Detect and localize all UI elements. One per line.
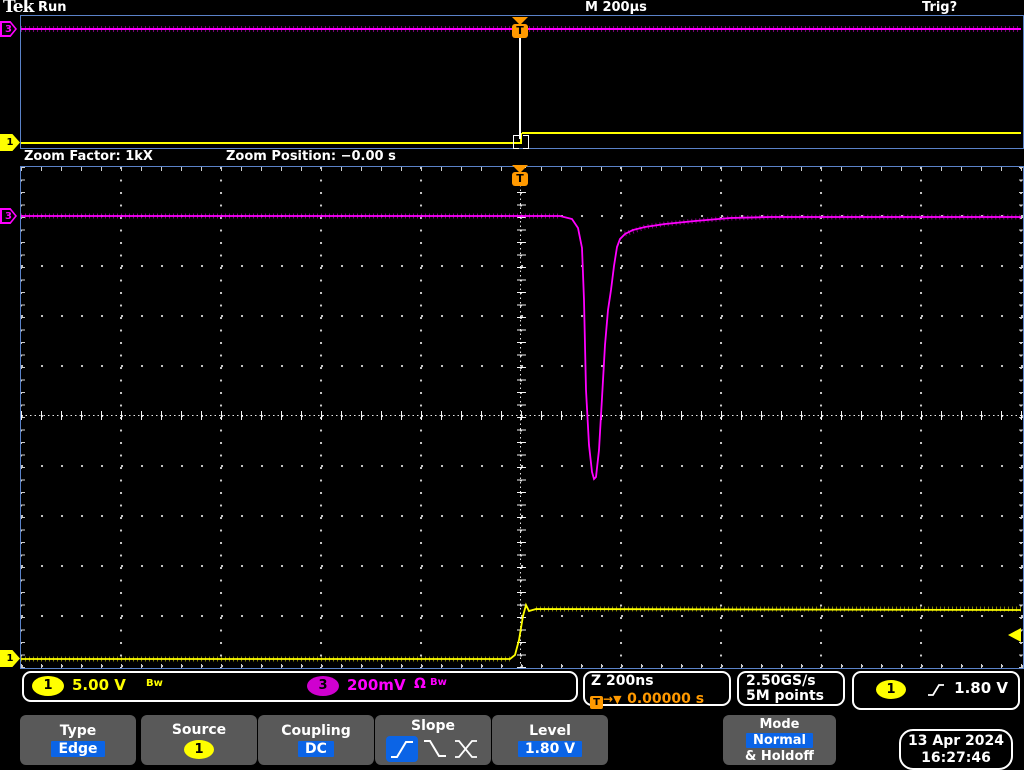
menu-level-value: 1.80 V xyxy=(517,741,583,757)
slope-falling-icon[interactable] xyxy=(421,738,449,760)
ch1-bandwidth-icon: Bw xyxy=(146,678,163,689)
slope-rising-icon xyxy=(391,741,413,758)
time-readout: 16:27:46 xyxy=(921,749,991,766)
menu-type-value: Edge xyxy=(51,741,105,757)
main-ch1-badge[interactable]: 1 xyxy=(0,650,20,667)
ch3-readout-badge[interactable]: 3 xyxy=(307,676,339,696)
menu-slope-label: Slope xyxy=(410,718,456,734)
zoom-bracket-right xyxy=(523,135,529,149)
slope-rising-option-selected[interactable] xyxy=(386,736,418,762)
overview-ch3-badge[interactable]: 3 xyxy=(0,21,17,37)
ch3-scale-readout: 200mV xyxy=(347,676,406,694)
menu-slope-button[interactable]: Slope xyxy=(375,715,491,765)
acquisition-readout-box: 2.50GS/s 5M points xyxy=(737,671,845,706)
waveform-plot xyxy=(21,213,1021,662)
record-length-readout: 5M points xyxy=(746,688,824,704)
ch3-trace xyxy=(21,215,1021,481)
main-trigger-position-marker[interactable]: T xyxy=(511,165,529,186)
trigger-slope-icon xyxy=(928,684,944,696)
trigger-position-readout: 0.00000 s xyxy=(627,691,705,707)
datetime-box: 13 Apr 2024 16:27:46 xyxy=(899,729,1013,770)
date-readout: 13 Apr 2024 xyxy=(908,732,1004,749)
ch1-readout-badge[interactable]: 1 xyxy=(32,676,64,696)
menu-mode-value: Normal xyxy=(746,732,813,748)
zoom-scale-readout: Z 200ns xyxy=(591,673,654,689)
slope-either-icon[interactable] xyxy=(452,738,480,760)
ch3-impedance-icon: Ω xyxy=(414,676,426,692)
trigger-t-icon: T xyxy=(590,696,603,709)
menu-source-value-badge: 1 xyxy=(184,739,214,759)
zoom-scale-readout-box: Z 200ns T →▼ 0.00000 s xyxy=(583,671,731,709)
menu-source-button[interactable]: Source 1 xyxy=(141,715,257,765)
trigger-level-arrow[interactable] xyxy=(1008,628,1021,642)
menu-coupling-label: Coupling xyxy=(281,723,351,739)
ch3-trace-noise xyxy=(21,213,1021,237)
overview-ch1-trace-low xyxy=(21,142,520,144)
channel-readout-box: 1 5.00 V Bw 3 200mV Ω Bw xyxy=(22,671,578,702)
menu-level-label: Level xyxy=(529,723,571,739)
zoom-bracket-left xyxy=(513,135,519,149)
zoom-position-label: Zoom Position: −0.00 s xyxy=(226,149,396,164)
zoom-region-line[interactable] xyxy=(519,38,521,139)
menu-type-button[interactable]: Type Edge xyxy=(20,715,136,765)
trigger-marker-icon: ▼ xyxy=(613,693,622,706)
main-trigger-marker-t-icon: T xyxy=(512,172,528,186)
ch1-trace-noise xyxy=(21,606,1021,662)
trigger-source-badge: 1 xyxy=(876,680,906,699)
menu-source-label: Source xyxy=(171,721,227,738)
trigger-status: Trig? xyxy=(922,0,958,15)
menu-coupling-button[interactable]: Coupling DC xyxy=(258,715,374,765)
menu-coupling-value: DC xyxy=(298,741,334,757)
zoom-factor-label: Zoom Factor: 1kX xyxy=(24,149,153,164)
trigger-position-marker[interactable]: T xyxy=(511,17,529,38)
ch1-scale-readout: 5.00 V xyxy=(72,676,126,694)
horizontal-scale-readout: M 200µs xyxy=(585,0,647,15)
trigger-marker-t-icon: T xyxy=(512,24,528,38)
menu-level-button[interactable]: Level 1.80 V xyxy=(492,715,608,765)
trigger-arrow-icon: → xyxy=(603,692,614,706)
trigger-level-readout: 1.80 V xyxy=(954,679,1008,697)
overview-window: T xyxy=(20,15,1024,149)
menu-type-label: Type xyxy=(59,723,97,739)
acquisition-status: Run xyxy=(38,0,67,15)
main-ch3-badge[interactable]: 3 xyxy=(0,208,17,224)
overview-ch1-trace-high xyxy=(522,132,1021,134)
overview-ch1-badge[interactable]: 1 xyxy=(0,134,20,151)
main-waveform-window: T xyxy=(20,165,1024,669)
ch3-bandwidth-icon: Bw xyxy=(430,677,447,688)
menu-mode-label: Mode xyxy=(759,716,800,732)
menu-mode-button[interactable]: Mode Normal & Holdoff xyxy=(723,715,836,765)
menu-mode-value2: & Holdoff xyxy=(745,748,814,764)
trigger-readout-box: 1 1.80 V xyxy=(852,671,1020,710)
ch1-trace xyxy=(21,602,1021,660)
sample-rate-readout: 2.50GS/s xyxy=(746,673,816,689)
